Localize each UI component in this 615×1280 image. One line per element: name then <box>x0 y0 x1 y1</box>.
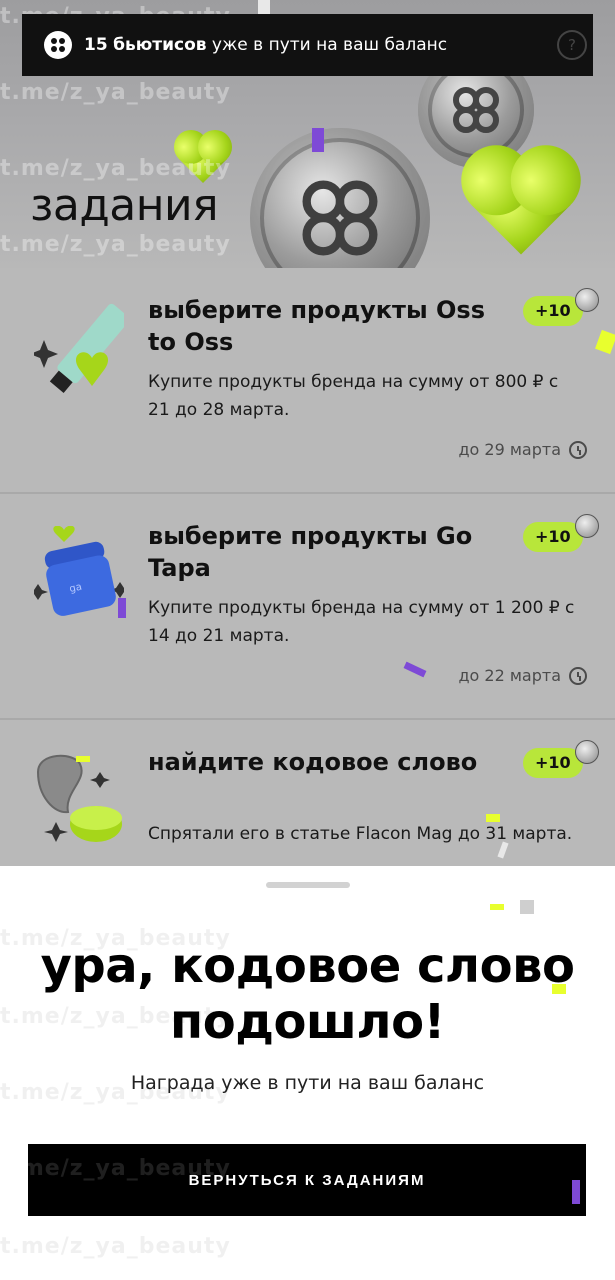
coin-icon <box>250 128 430 268</box>
task-description: Купите продукты бренда на сумму от 1 200… <box>148 598 575 646</box>
page-title: задания <box>30 180 219 231</box>
gua-sha-icon <box>36 754 122 842</box>
coin-icon <box>574 740 599 764</box>
confetti <box>490 904 504 910</box>
toast-message: 15 бьютисов уже в пути на ваш баланс <box>84 35 447 55</box>
deadline-text: до 29 марта <box>458 440 561 459</box>
confetti <box>403 661 427 678</box>
heart-decoration <box>471 155 571 255</box>
task-list: выберите продукты Oss to Oss Купите прод… <box>0 268 615 946</box>
brand-logo-icon <box>44 31 72 59</box>
watermark: t.me/z_ya_beauty <box>0 232 231 257</box>
coin-icon <box>574 288 599 312</box>
toast-text: уже в пути на ваш баланс <box>211 35 448 55</box>
watermark: t.me/z_ya_beauty <box>0 1234 231 1259</box>
cream-tube-icon <box>34 303 124 393</box>
toast-currency: бьютисов <box>113 35 207 55</box>
confetti <box>486 814 500 822</box>
blue-jar-icon: ga <box>34 526 124 616</box>
help-icon[interactable]: ? <box>557 30 587 60</box>
task-deadline: до 22 марта <box>458 666 587 685</box>
confetti <box>312 128 324 152</box>
task-title: выберите продукты Go Tapa <box>148 522 473 582</box>
task-description: Купите продукты бренда на сумму от 800 ₽… <box>148 372 559 420</box>
watermark: t.me/z_ya_beauty <box>0 156 231 181</box>
reward-badge: +10 <box>523 288 599 326</box>
watermark: t.me/z_ya_beauty <box>0 80 231 105</box>
clock-icon <box>569 440 587 459</box>
reward-amount: +10 <box>535 753 571 772</box>
task-title: найдите кодовое слово <box>148 748 478 776</box>
confetti <box>595 329 615 355</box>
reward-amount: +10 <box>535 301 571 320</box>
confetti <box>520 900 534 914</box>
toast-count: 15 <box>84 35 108 55</box>
confetti <box>572 1180 580 1204</box>
task-card[interactable]: ga выберите продукты Go Tapa Купите прод… <box>0 494 615 720</box>
confetti <box>118 598 126 618</box>
coin-icon <box>574 514 599 538</box>
watermark: t.me/z_ya_beauty <box>0 1080 231 1105</box>
task-deadline: до 29 марта <box>458 440 587 459</box>
clock-icon <box>569 666 587 685</box>
watermark: t.me/z_ya_beauty <box>0 1004 231 1029</box>
task-description: Спрятали его в статье Flacon Mag до 31 м… <box>148 824 573 844</box>
deadline-text: до 22 марта <box>458 666 561 685</box>
task-title: выберите продукты Oss to Oss <box>148 296 485 356</box>
reward-amount: +10 <box>535 527 571 546</box>
reward-badge: +10 <box>523 740 599 778</box>
watermark: t.me/z_ya_beauty <box>0 1156 231 1181</box>
task-card[interactable]: выберите продукты Oss to Oss Купите прод… <box>0 268 615 494</box>
success-title: ура, кодовое слово подошло! <box>0 938 615 1050</box>
notification-toast[interactable]: 15 бьютисов уже в пути на ваш баланс ? <box>22 14 593 76</box>
clover-icon <box>453 87 499 133</box>
reward-badge: +10 <box>523 514 599 552</box>
watermark: t.me/z_ya_beauty <box>0 926 231 951</box>
sheet-drag-handle[interactable] <box>266 882 350 888</box>
clover-icon <box>302 180 378 256</box>
